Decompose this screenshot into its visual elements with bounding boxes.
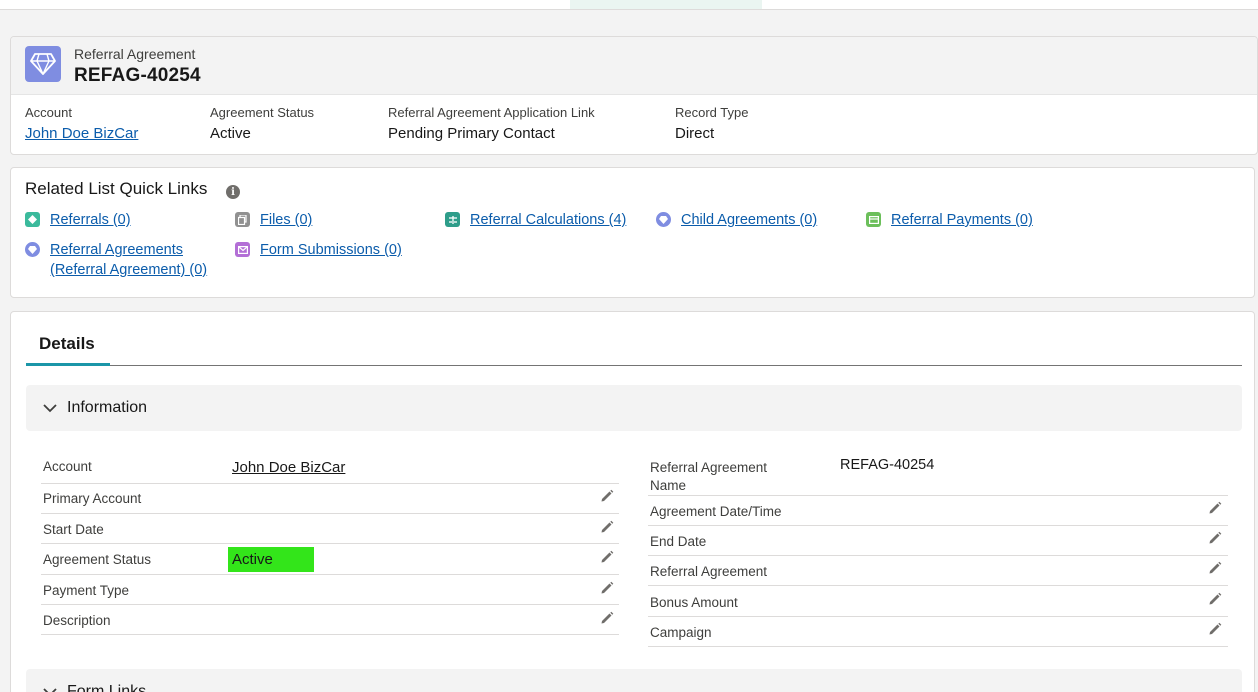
field-label: Campaign: [650, 625, 712, 640]
highlight-record-type: Record Type Direct: [675, 105, 748, 142]
quick-link-files[interactable]: Files (0): [235, 210, 312, 230]
highlight-value: Pending Primary Contact: [388, 125, 555, 142]
quick-link-label[interactable]: Referral Calculations (4): [470, 210, 626, 230]
field-label-line1: Referral Agreement: [650, 460, 768, 475]
highlight-account: Account John Doe BizCar: [25, 105, 138, 142]
top-nav-bar: [0, 0, 1258, 10]
quick-link-label[interactable]: Files (0): [260, 210, 312, 230]
quick-link-label[interactable]: Referral Payments (0): [891, 210, 1033, 230]
highlight-label: Record Type: [675, 105, 749, 120]
field-label: Agreement Date/Time: [650, 504, 782, 519]
related-list-quick-links: Related List Quick Links i Referrals (0)…: [10, 167, 1255, 298]
pencil-icon[interactable]: [1207, 500, 1223, 516]
payment-icon: [866, 212, 881, 227]
diamond-icon: [25, 46, 61, 82]
quick-link-label[interactable]: Form Submissions (0): [260, 240, 402, 260]
diamond-icon: [25, 242, 40, 257]
pencil-icon[interactable]: [1207, 530, 1223, 546]
field-label: Primary Account: [43, 491, 142, 506]
section-form-links-header[interactable]: Form Links: [26, 669, 1242, 692]
tab-bar-divider: [26, 365, 1242, 366]
tab-details[interactable]: Details: [39, 334, 95, 354]
field-label: Agreement Status: [43, 552, 152, 567]
account-link[interactable]: John Doe BizCar: [25, 125, 138, 142]
quick-links-title: Related List Quick Links: [25, 179, 208, 198]
quick-link-label-line1: Referral Agreements: [50, 242, 183, 258]
pencil-icon[interactable]: [599, 580, 615, 596]
field-agreement-status: Agreement Status Active: [41, 544, 619, 575]
field-account: Account John Doe BizCar: [41, 453, 619, 484]
quick-link-label[interactable]: Child Agreements (0): [681, 210, 817, 230]
highlight-agreement-status: Agreement Status Active: [210, 105, 314, 142]
highlight-label: Account: [25, 105, 72, 120]
pencil-icon[interactable]: [599, 610, 615, 626]
chevron-down-icon: [43, 404, 57, 413]
record-object-label: Referral Agreement: [74, 46, 196, 62]
quick-link-label-line2: (Referral Agreement) (0): [50, 262, 208, 278]
quick-link-label[interactable]: Referral Agreements (Referral Agreement) …: [50, 240, 207, 280]
details-card: Details Information Account John Doe Biz…: [10, 311, 1255, 692]
field-label: Referral Agreement: [650, 564, 768, 579]
account-link[interactable]: John Doe BizCar: [232, 459, 345, 476]
field-end-date: End Date: [648, 526, 1228, 556]
field-label: End Date: [650, 534, 707, 549]
section-title: Information: [67, 399, 148, 416]
quick-link-label[interactable]: Referrals (0): [50, 210, 131, 230]
highlight-value: Direct: [675, 125, 715, 142]
field-description: Description: [41, 605, 619, 635]
pencil-icon[interactable]: [1207, 591, 1223, 607]
field-label: Start Date: [43, 522, 104, 537]
quick-link-referral-agreements[interactable]: Referral Agreements (Referral Agreement) …: [25, 240, 207, 280]
pencil-icon[interactable]: [1207, 560, 1223, 576]
field-start-date: Start Date: [41, 514, 619, 544]
record-highlights-panel: Referral Agreement REFAG-40254 Account J…: [10, 36, 1258, 155]
highlight-label: Referral Agreement Application Link: [388, 105, 595, 120]
quick-link-referrals[interactable]: Referrals (0): [25, 210, 131, 230]
field-payment-type: Payment Type: [41, 575, 619, 605]
info-icon[interactable]: i: [226, 185, 240, 199]
quick-link-form-submissions[interactable]: Form Submissions (0): [235, 240, 402, 260]
file-icon: [235, 212, 250, 227]
section-information-header[interactable]: Information: [26, 385, 1242, 431]
field-referral-agreement: Referral Agreement: [648, 556, 1228, 586]
field-label: Bonus Amount: [650, 595, 738, 610]
chevron-down-icon: [43, 688, 57, 692]
referral-icon: [25, 212, 40, 227]
section-title: Form Links: [67, 683, 147, 692]
highlight-label: Agreement Status: [210, 105, 315, 120]
active-nav-tab[interactable]: [570, 0, 762, 9]
pencil-icon[interactable]: [1207, 621, 1223, 637]
field-label: Referral Agreement Name: [650, 459, 767, 495]
pencil-icon[interactable]: [599, 519, 615, 535]
field-referral-agreement-name: Referral Agreement Name REFAG-40254: [648, 453, 1228, 496]
field-primary-account: Primary Account: [41, 484, 619, 514]
quick-link-referral-payments[interactable]: Referral Payments (0): [866, 210, 1033, 230]
field-bonus-amount: Bonus Amount: [648, 586, 1228, 617]
record-header-top: Referral Agreement REFAG-40254: [11, 37, 1257, 95]
field-label: Payment Type: [43, 583, 130, 598]
quick-link-referral-calculations[interactable]: Referral Calculations (4): [445, 210, 626, 230]
calculator-icon: [445, 212, 460, 227]
field-value: REFAG-40254: [840, 457, 935, 473]
quick-link-child-agreements[interactable]: Child Agreements (0): [656, 210, 817, 230]
field-label: Account: [43, 459, 92, 474]
field-campaign: Campaign: [648, 617, 1228, 647]
diamond-icon: [656, 212, 671, 227]
pencil-icon[interactable]: [599, 549, 615, 565]
field-agreement-date-time: Agreement Date/Time: [648, 496, 1228, 526]
highlight-value: Active: [210, 125, 251, 142]
field-value: Active: [232, 551, 273, 568]
field-label: Description: [43, 613, 111, 628]
form-icon: [235, 242, 250, 257]
highlight-application-link: Referral Agreement Application Link Pend…: [388, 105, 595, 142]
field-label-line2: Name: [650, 478, 687, 493]
active-tab-indicator: [26, 363, 110, 366]
record-title: REFAG-40254: [74, 65, 201, 86]
pencil-icon[interactable]: [599, 488, 615, 504]
